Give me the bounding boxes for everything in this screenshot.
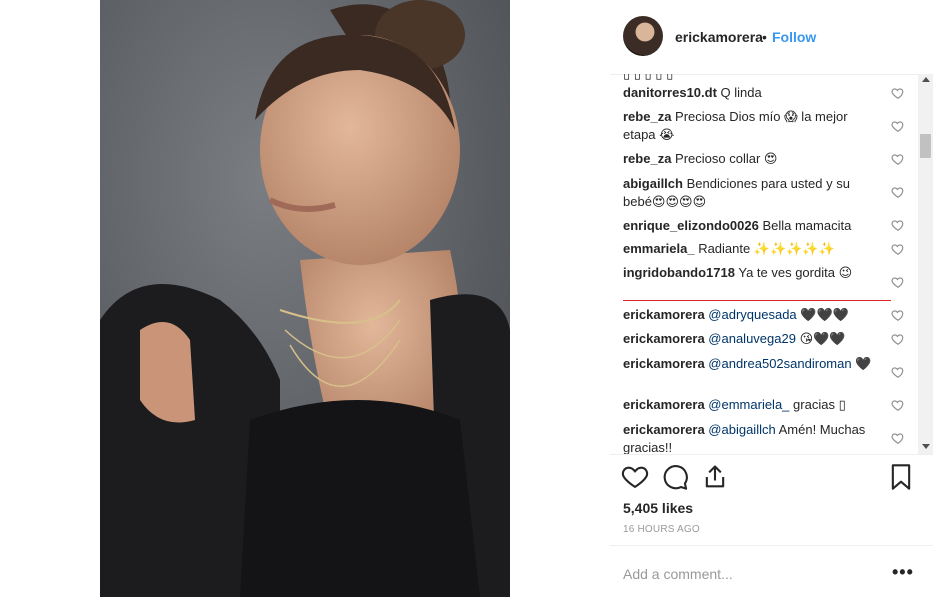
heart-outline-icon[interactable]	[621, 463, 649, 491]
comment-text: Bella mamacita	[762, 218, 852, 233]
small-heart-icon[interactable]	[891, 365, 905, 379]
comment-username[interactable]: enrique_elizondo0026	[623, 218, 759, 233]
comment-text: gracias ▯	[793, 397, 846, 412]
scrollbar-thumb[interactable]	[920, 134, 931, 158]
small-heart-icon[interactable]	[891, 431, 905, 445]
comment-item: erickamorera @abigaillch Amén! Muchas gr…	[623, 421, 879, 454]
small-heart-icon[interactable]	[891, 242, 905, 256]
header-separator: •	[762, 29, 767, 45]
comment-username[interactable]: rebe_za	[623, 151, 671, 166]
comment-username[interactable]: erickamorera	[623, 307, 705, 322]
avatar[interactable]	[623, 16, 663, 56]
comment-mention[interactable]: @analuvega29	[708, 331, 796, 346]
small-heart-icon[interactable]	[891, 86, 905, 100]
comment-text: 🖤🖤🖤	[800, 307, 849, 322]
comment-text: Ya te ves gordita 😉	[738, 265, 853, 280]
likes-count[interactable]: 5,405 likes	[623, 500, 693, 516]
comment-mention[interactable]: @andrea502sandiroman	[708, 356, 851, 371]
post-header: erickamorera • Follow	[610, 0, 933, 75]
comment-item: abigaillch Bendiciones para usted y su b…	[623, 175, 879, 211]
add-comment-input[interactable]	[623, 564, 873, 584]
post-panel: erickamorera • Follow ▯ ▯ ▯ ▯ ▯ danitorr…	[610, 0, 933, 597]
small-heart-icon[interactable]	[891, 332, 905, 346]
post-timestamp[interactable]: 16 HOURS AGO	[623, 524, 700, 535]
comment-text: Precioso collar 😍	[675, 151, 778, 166]
post-photo[interactable]	[100, 0, 510, 597]
add-comment-bar: •••	[610, 545, 933, 598]
comment-mention[interactable]: @emmariela_	[708, 397, 789, 412]
comment-item: erickamorera @andrea502sandiroman 🖤	[623, 355, 879, 373]
comment-item: emmariela_ Radiante ✨✨✨✨✨	[623, 240, 879, 258]
comment-item: rebe_za Precioso collar 😍	[623, 150, 879, 168]
header-username[interactable]: erickamorera	[675, 29, 763, 45]
comment-text: 🖤	[855, 356, 872, 371]
divider-line	[623, 300, 891, 301]
small-heart-icon[interactable]	[891, 152, 905, 166]
small-heart-icon[interactable]	[891, 398, 905, 412]
comment-mention[interactable]: @adryquesada	[708, 307, 796, 322]
comment-username[interactable]: erickamorera	[623, 422, 705, 437]
comment-text: Q linda	[720, 85, 762, 100]
comment-username[interactable]: emmariela_	[623, 241, 695, 256]
comment-username[interactable]: erickamorera	[623, 356, 705, 371]
small-heart-icon[interactable]	[891, 218, 905, 232]
comment-username[interactable]: erickamorera	[623, 331, 705, 346]
small-heart-icon[interactable]	[891, 275, 905, 289]
small-heart-icon[interactable]	[891, 185, 905, 199]
comment-username[interactable]: danitorres10.dt	[623, 85, 717, 100]
comments-list[interactable]: ▯ ▯ ▯ ▯ ▯ danitorres10.dt Q linda rebe_z…	[623, 74, 918, 454]
more-options-button[interactable]: •••	[892, 562, 914, 583]
comment-username[interactable]: ingridobando1718	[623, 265, 735, 280]
comment-item: erickamorera @analuvega29 😘🖤🖤	[623, 330, 879, 348]
speech-bubble-icon[interactable]	[661, 463, 689, 491]
action-bar	[610, 454, 933, 495]
comment-item: ingridobando1718 Ya te ves gordita 😉	[623, 264, 879, 282]
comment-item: erickamorera @emmariela_ gracias ▯	[623, 396, 879, 414]
comment-text: Radiante ✨✨✨✨✨	[698, 241, 835, 256]
small-heart-icon[interactable]	[891, 308, 905, 322]
scroll-down-arrow-icon[interactable]	[922, 444, 930, 449]
small-heart-icon[interactable]	[891, 119, 905, 133]
follow-button[interactable]: Follow	[772, 29, 816, 45]
comment-item: rebe_za Preciosa Dios mío 😱 la mejor eta…	[623, 108, 879, 144]
comment-item: danitorres10.dt Q linda	[623, 84, 879, 102]
scroll-up-arrow-icon[interactable]	[922, 77, 930, 82]
comment-username[interactable]: rebe_za	[623, 109, 671, 124]
comments-scrollbar[interactable]	[918, 74, 933, 454]
share-upload-icon[interactable]	[701, 463, 729, 491]
comment-item: erickamorera @adryquesada 🖤🖤🖤	[623, 306, 879, 324]
partial-comment: ▯ ▯ ▯ ▯ ▯	[623, 74, 673, 82]
bookmark-icon[interactable]	[887, 463, 915, 491]
comment-username[interactable]: abigaillch	[623, 176, 683, 191]
comment-mention[interactable]: @abigaillch	[708, 422, 775, 437]
portrait-image	[100, 0, 510, 597]
comment-text: 😘🖤🖤	[799, 331, 846, 346]
comment-username[interactable]: erickamorera	[623, 397, 705, 412]
comment-item: enrique_elizondo0026 Bella mamacita	[623, 217, 893, 235]
